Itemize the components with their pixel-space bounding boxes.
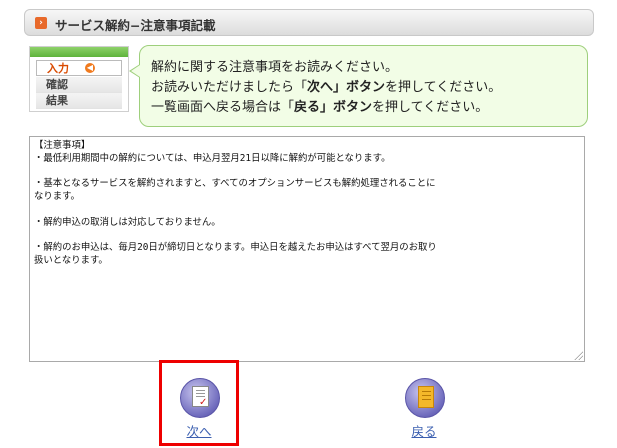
instruction-bubble: 解約に関する注意事項をお読みください。 お読みいただけましたら「次へ」ボタンを押… xyxy=(139,45,588,127)
back-document-icon[interactable] xyxy=(405,378,445,418)
instruction-line-1: 解約に関する注意事項をお読みください。 xyxy=(151,60,399,75)
step-result: 結果 xyxy=(36,93,122,109)
step-label: 入力 xyxy=(47,62,69,75)
page-title: サービス解約−注意事項記載 xyxy=(55,18,216,33)
step-indicator: 入力 ◀ 確認 結果 xyxy=(29,46,129,112)
speech-bubble-pointer-fill xyxy=(131,65,140,77)
instruction-line-2: お読みいただけましたら「次へ」ボタンを押してください。 xyxy=(151,80,502,95)
step-label: 確認 xyxy=(46,78,68,91)
step-input: 入力 ◀ xyxy=(36,60,122,76)
list-document-icon xyxy=(418,386,434,408)
notes-textarea[interactable]: 【注意事項】 ・最低利用期間中の解約については、申込月翌月21日以降に解約が可能… xyxy=(29,136,585,362)
page-title-bar: › サービス解約−注意事項記載 xyxy=(24,9,594,36)
next-button-highlight-frame xyxy=(159,360,239,446)
orange-arrow-icon: › xyxy=(35,17,47,29)
step-label: 結果 xyxy=(46,94,68,107)
current-step-arrow-icon: ◀ xyxy=(85,63,95,73)
back-button-label[interactable]: 戻る xyxy=(394,421,454,440)
step-indicator-header xyxy=(30,47,128,57)
instruction-line-3: 一覧画面へ戻る場合は「戻る」ボタンを押してください。 xyxy=(151,100,489,115)
textarea-resize-handle[interactable] xyxy=(573,350,583,360)
step-confirm: 確認 xyxy=(36,77,122,93)
back-button[interactable]: 戻る xyxy=(394,378,454,440)
